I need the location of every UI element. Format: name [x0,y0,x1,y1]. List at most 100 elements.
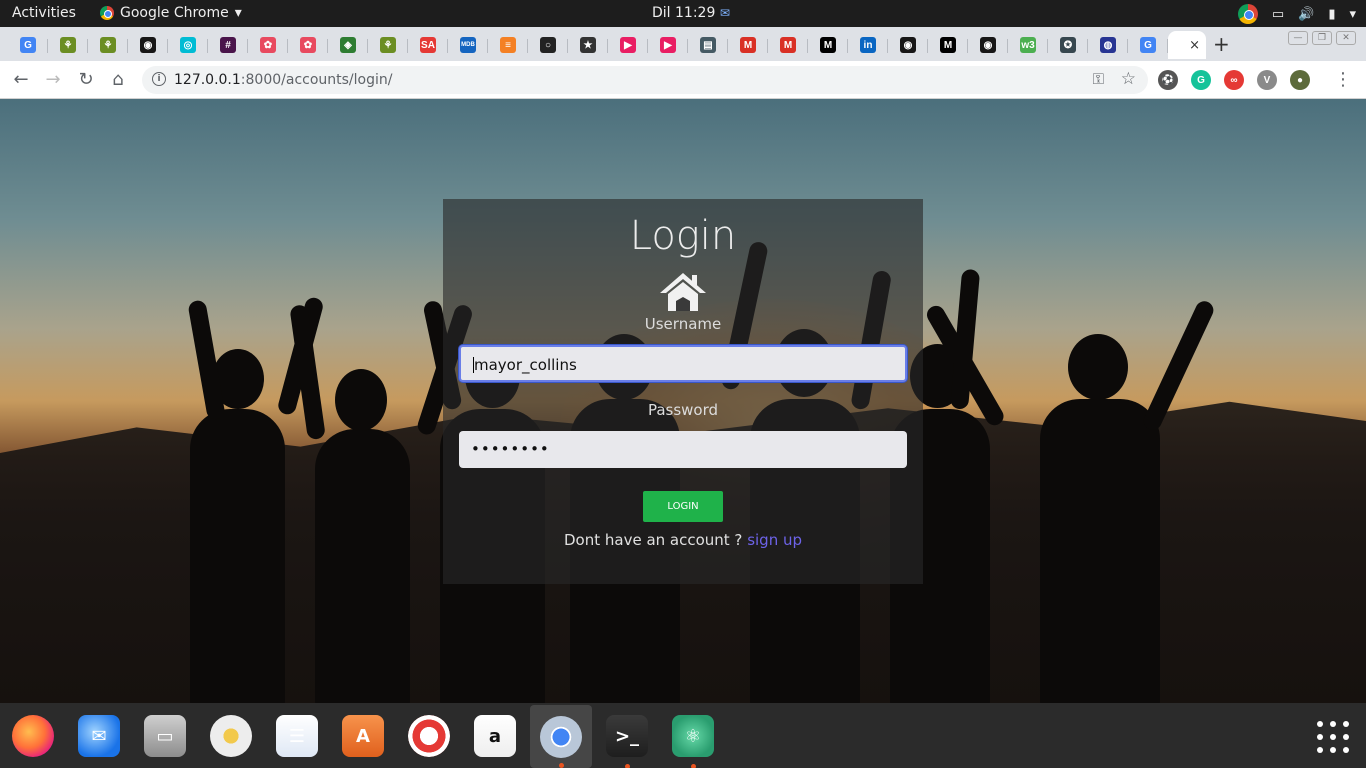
infinity-icon[interactable]: ∞ [1224,70,1244,90]
libreoffice-writer-launcher[interactable]: ☰ [272,711,322,761]
grammarly-icon[interactable]: G [1191,70,1211,90]
browser-tab[interactable]: ▶ [648,31,688,59]
browser-tab[interactable]: ⚘ [88,31,128,59]
profile-avatar-icon[interactable]: ● [1290,70,1310,90]
url-text[interactable]: 127.0.0.1:8000/accounts/login/ [174,72,392,88]
software-center-launcher[interactable]: A [338,711,388,761]
files-launcher[interactable]: ▭ [140,711,190,761]
new-tab-button[interactable]: + [1213,32,1230,56]
browser-tab[interactable]: M [768,31,808,59]
login-button[interactable]: LOGIN [643,491,723,522]
browser-tab[interactable]: ✿ [288,31,328,59]
browser-tab[interactable]: M [928,31,968,59]
forward-arrow-icon[interactable]: → [42,69,64,90]
user-badge-icon: ◍ [1100,37,1116,53]
show-applications-icon[interactable] [1317,721,1349,753]
system-tray[interactable]: ▭ 🔊 ▮ ▾ [1237,4,1356,24]
ornament-icon: ✿ [300,37,316,53]
browser-tab[interactable]: in [848,31,888,59]
play-icon: ▶ [620,37,636,53]
close-icon[interactable]: ✕ [1336,31,1356,45]
github-icon: ◉ [980,37,996,53]
linkedin-icon: in [860,37,876,53]
star-icon: ★ [580,37,596,53]
username-input[interactable]: mayor_collins [459,345,907,382]
clock-label: Dil 11:29 [652,5,716,21]
chrome-launcher[interactable] [530,705,592,768]
rhythmbox-launcher[interactable] [206,711,256,761]
browser-tab[interactable]: ★ [568,31,608,59]
browser-tab[interactable]: ✿ [248,31,288,59]
browser-tab[interactable]: ≡ [488,31,528,59]
browser-tab[interactable]: ◉ [128,31,168,59]
mail-icon: ✉ [719,6,730,20]
browser-tab[interactable]: MDB [448,31,488,59]
signup-prompt: Dont have an account ? sign up [443,531,923,549]
app-menu[interactable]: Google Chrome ▾ [100,5,242,21]
signup-link[interactable]: sign up [747,531,802,549]
login-title: Login [629,213,737,259]
tab-strip: G ⚘ ⚘ ◉ ◎ # ✿ ✿ ◈ ⚘ SA MDB ≡ ○ ★ ▶ ▶ ▤ M M Min ◉ M ◉ w3 ✪ ◍ G × + — … [0,27,1366,61]
atom-launcher[interactable]: ⚛ [668,711,718,768]
firefox-icon [12,715,54,757]
running-indicator [559,763,564,768]
display-icon: ▭ [1271,6,1285,22]
browser-tab[interactable]: ◈ [328,31,368,59]
browser-tab[interactable]: ◉ [968,31,1008,59]
key-icon[interactable]: ⚿ [1093,70,1104,88]
address-bar[interactable]: i 127.0.0.1:8000/accounts/login/ ⚿ ☆ [142,66,1148,94]
browser-tab[interactable]: w3 [1008,31,1048,59]
close-tab-icon[interactable]: × [1189,38,1200,53]
browser-tab[interactable]: ⚘ [48,31,88,59]
rhythmbox-icon [210,715,252,757]
chrome-indicator-icon[interactable] [1237,4,1258,24]
login-card: Login Username mayor_collins Password ••… [443,199,923,584]
active-browser-tab[interactable]: × [1168,31,1206,59]
circle-logo-icon: ○ [540,37,556,53]
reload-icon[interactable]: ↻ [75,69,97,90]
browser-tab[interactable]: ⚘ [368,31,408,59]
vuetify-icon[interactable]: V [1257,70,1277,90]
app-menu-label: Google Chrome [120,5,229,21]
globe-icon: ✪ [1060,37,1076,53]
medium-icon: M [940,37,956,53]
browser-tab[interactable]: SA [408,31,448,59]
minimize-icon[interactable]: — [1288,31,1308,45]
firefox-launcher[interactable] [8,711,58,761]
browser-tab[interactable]: # [208,31,248,59]
browser-tab[interactable]: ▶ [608,31,648,59]
site-info-icon[interactable]: i [152,72,166,86]
browser-tab[interactable]: ◉ [888,31,928,59]
browser-tab[interactable]: G [8,31,48,59]
browser-tab[interactable]: M [728,31,768,59]
back-arrow-icon[interactable]: ← [10,69,32,90]
browser-tab[interactable]: ✪ [1048,31,1088,59]
help-icon [408,715,450,757]
home-icon[interactable]: ⌂ [107,69,129,90]
password-input[interactable]: •••••••• [459,431,907,468]
browser-tab[interactable]: ◎ [168,31,208,59]
browser-tab[interactable]: ▤ [688,31,728,59]
browser-tab[interactable]: G [1128,31,1168,59]
amazon-launcher[interactable]: a [470,711,520,761]
browser-menu-icon[interactable]: ⋮ [1334,69,1352,90]
browser-tab[interactable]: M [808,31,848,59]
browser-tab[interactable]: ◍ [1088,31,1128,59]
running-indicator [691,764,696,768]
bookmark-star-icon[interactable]: ☆ [1121,69,1136,89]
window-controls: — ❐ ✕ [1288,31,1356,45]
chrome-icon [100,6,114,20]
system-top-bar: Activities Google Chrome ▾ Dil 11:29 ✉ ▭… [0,0,1366,27]
password-label: Password [647,401,719,419]
soccer-ball-icon[interactable]: ⚽ [1158,70,1178,90]
browser-tab[interactable]: ○ [528,31,568,59]
medium-icon: M [820,37,836,53]
browser-toolbar: ← → ↻ ⌂ i 127.0.0.1:8000/accounts/login/… [0,61,1366,99]
clock[interactable]: Dil 11:29 ✉ [652,5,730,21]
help-launcher[interactable] [404,711,454,761]
terminal-launcher[interactable]: >_ [602,711,652,768]
thunderbird-launcher[interactable]: ✉ [74,711,124,761]
activities-button[interactable]: Activities [12,5,76,21]
maximize-icon[interactable]: ❐ [1312,31,1332,45]
github-icon: ◉ [140,37,156,53]
